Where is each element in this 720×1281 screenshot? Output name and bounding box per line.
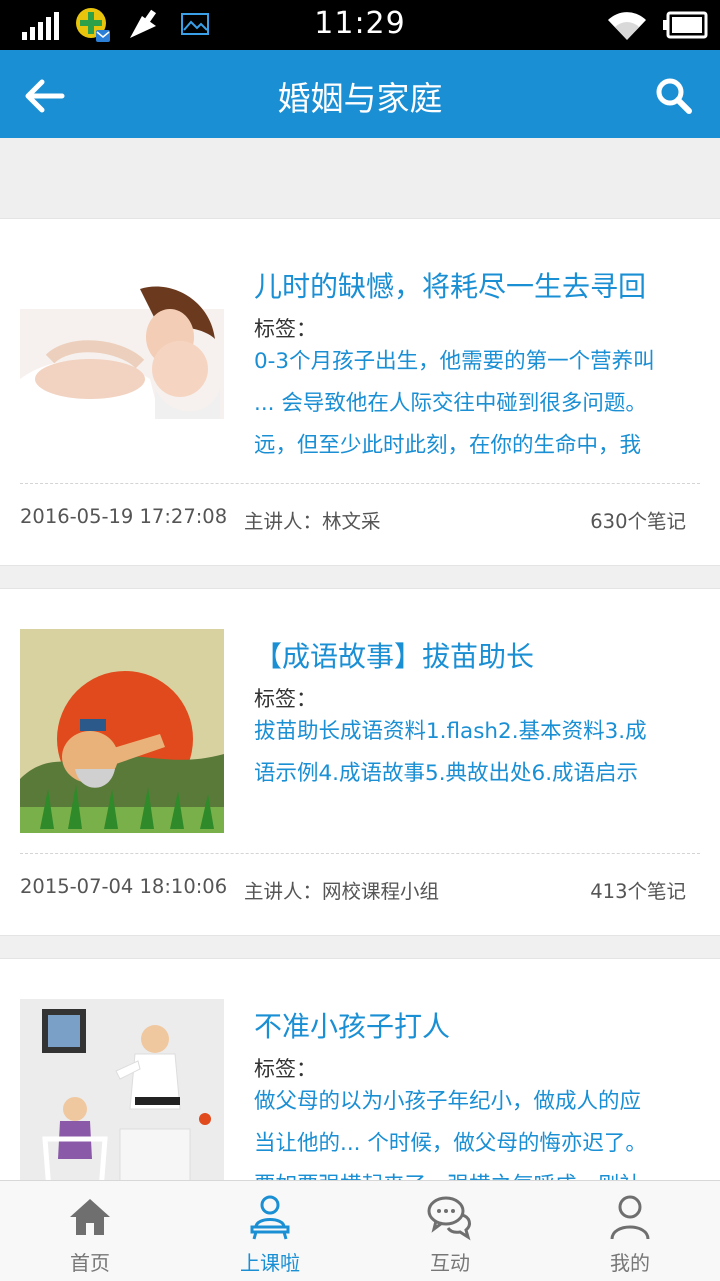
notes-count: 630个笔记	[590, 510, 686, 533]
description-line: 远，但至少此时此刻，在你的生命中，我	[254, 433, 642, 458]
description-line: 要如要强横起来了，强横之气呼成，则社	[254, 1165, 700, 1180]
course-date: 2015-07-04 18:10:06	[20, 875, 228, 898]
tag-label: 标签：	[254, 317, 317, 341]
course-title[interactable]: 不准小孩子打人	[254, 1005, 450, 1045]
description-line: ... 会导致他在人际交往中碰到很多问题。	[254, 391, 647, 416]
course-thumbnail	[20, 629, 224, 833]
home-icon	[70, 1199, 110, 1235]
tag-label: 标签：	[254, 1057, 317, 1081]
description-line: 语示例4.成语故事5.典故出处6.成语启示	[254, 761, 639, 786]
course-lecturer: 主讲人：网校课程小组	[244, 880, 440, 903]
list-top-spacer	[0, 138, 720, 218]
description-line: 做父母的以为小孩子年纪小，做成人的应	[254, 1089, 642, 1114]
header-bar: 婚姻与家庭	[0, 50, 720, 138]
course-description: 0-3个月孩子出生，他需要的第一个营养叫 ... 会导致他在人际交往中碰到很多问…	[254, 341, 700, 467]
tab-label: 上课啦	[240, 1251, 300, 1275]
course-thumbnail	[20, 999, 224, 1180]
notes-count: 413个笔记	[590, 880, 686, 903]
course-lecturer: 主讲人：林文采	[244, 510, 381, 533]
tab-home[interactable]: 首页	[0, 1181, 180, 1281]
course-description: 做父母的以为小孩子年纪小，做成人的应 当让他的... 个时候，做父母的悔亦迟了。…	[254, 1081, 700, 1180]
course-card[interactable]: 【成语故事】拔苗助长 标签： 拔苗助长成语资料1.flash2.基本资料3.成 …	[0, 588, 720, 936]
chat-bubbles-icon	[427, 1196, 471, 1241]
tab-interaction[interactable]: 互动	[360, 1181, 540, 1281]
tab-classes[interactable]: 上课啦	[180, 1181, 360, 1281]
course-title[interactable]: 儿时的缺憾，将耗尽一生去寻回	[254, 265, 646, 305]
course-list[interactable]: 儿时的缺憾，将耗尽一生去寻回 标签： 0-3个月孩子出生，他需要的第一个营养叫 …	[0, 138, 720, 1180]
tab-mine[interactable]: 我的	[540, 1181, 720, 1281]
tab-label: 我的	[610, 1251, 650, 1275]
status-bar: 11:29	[0, 0, 720, 50]
course-card[interactable]: 儿时的缺憾，将耗尽一生去寻回 标签： 0-3个月孩子出生，他需要的第一个营养叫 …	[0, 218, 720, 566]
description-line: 0-3个月孩子出生，他需要的第一个营养叫	[254, 349, 655, 374]
course-thumbnail	[20, 269, 224, 473]
battery-icon	[663, 11, 708, 39]
description-line: 当让他的... 个时候，做父母的悔亦迟了。	[254, 1131, 647, 1156]
tag-label: 标签：	[254, 687, 317, 711]
course-description: 拔苗助长成语资料1.flash2.基本资料3.成 语示例4.成语故事5.典故出处…	[254, 711, 700, 795]
tab-label: 首页	[70, 1251, 110, 1275]
person-desk-icon	[250, 1195, 290, 1240]
divider	[20, 853, 700, 854]
course-title[interactable]: 【成语故事】拔苗助长	[254, 635, 534, 675]
user-icon	[610, 1195, 650, 1240]
divider	[20, 483, 700, 484]
bottom-tab-bar: 首页 上课啦 互动 我的	[0, 1180, 720, 1281]
course-card[interactable]: 不准小孩子打人 标签： 做父母的以为小孩子年纪小，做成人的应 当让他的... 个…	[0, 958, 720, 1180]
course-date: 2016-05-19 17:27:08	[20, 505, 228, 528]
page-title: 婚姻与家庭	[277, 79, 443, 118]
description-line: 拔苗助长成语资料1.flash2.基本资料3.成	[254, 719, 647, 744]
wifi-icon	[608, 12, 646, 40]
search-icon[interactable]	[654, 76, 694, 116]
tab-label: 互动	[430, 1251, 470, 1275]
